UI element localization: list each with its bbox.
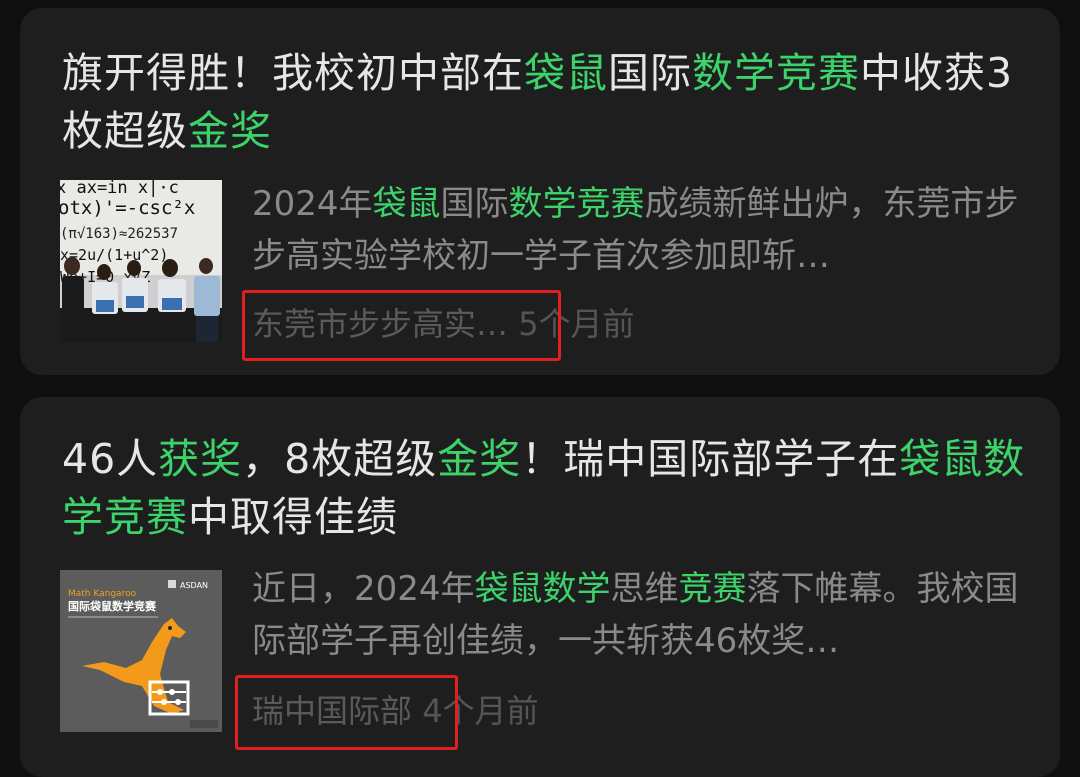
highlighted-keyword: 金奖 xyxy=(437,435,522,483)
text-segment: 国际 xyxy=(608,49,692,97)
highlighted-keyword: 数学竞赛 xyxy=(508,184,645,224)
article-title[interactable]: 46人获奖，8枚超级金奖！瑞中国际部学子在袋鼠数学竞赛中取得佳绩 xyxy=(62,430,1032,546)
text-segment: 中取得佳绩 xyxy=(188,493,398,541)
highlighted-keyword: 袋鼠数学 xyxy=(474,569,611,609)
svg-text:otx)'=-csc²x: otx)'=-csc²x xyxy=(60,197,195,219)
svg-text:x ax=in x|·c: x ax=in x|·c xyxy=(60,180,179,198)
text-segment: 旗开得胜！我校初中部在 xyxy=(62,49,524,97)
text-segment: ，8枚超级 xyxy=(242,435,438,483)
text-segment: 国际 xyxy=(440,184,509,224)
article-thumbnail[interactable]: Math Kangaroo 国际袋鼠数学竞赛 ASDAN xyxy=(60,570,222,732)
article-card[interactable]: 旗开得胜！我校初中部在袋鼠国际数学竞赛中收获3枚超级金奖 x ax=in x|·… xyxy=(20,8,1060,375)
text-segment: 46人 xyxy=(62,435,159,483)
highlighted-keyword: 袋鼠 xyxy=(524,49,608,97)
article-title[interactable]: 旗开得胜！我校初中部在袋鼠国际数学竞赛中收获3枚超级金奖 xyxy=(62,44,1032,160)
svg-text:ASDAN: ASDAN xyxy=(180,581,208,590)
highlighted-keyword: 获奖 xyxy=(158,435,243,483)
highlighted-keyword: 数学竞赛 xyxy=(692,49,860,97)
highlighted-keyword: 袋鼠 xyxy=(372,184,441,224)
highlight-annotation-box xyxy=(235,675,458,750)
text-segment: 2024年 xyxy=(252,184,373,224)
article-snippet: 近日，2024年袋鼠数学思维竞赛落下帷幕。我校国际部学子再创佳绩，一共斩获46枚… xyxy=(252,563,1042,667)
article-card[interactable]: 46人获奖，8枚超级金奖！瑞中国际部学子在袋鼠数学竞赛中取得佳绩 Math Ka… xyxy=(20,397,1060,777)
math-kangaroo-poster-image: Math Kangaroo 国际袋鼠数学竞赛 ASDAN xyxy=(60,570,222,732)
text-segment: 近日，2024年 xyxy=(252,569,475,609)
text-segment: ！瑞中国际部学子在 xyxy=(521,435,900,483)
students-photo-image: x ax=in x|·c otx)'=-csc²x (π√163)≈262537… xyxy=(60,180,222,342)
article-snippet: 2024年袋鼠国际数学竞赛成绩新鲜出炉，东莞市步步高实验学校初一学子首次参加即斩… xyxy=(252,178,1042,282)
svg-text:Math Kangaroo: Math Kangaroo xyxy=(68,589,137,599)
text-segment: 思维 xyxy=(610,569,679,609)
highlight-annotation-box xyxy=(242,290,561,361)
svg-text:国际袋鼠数学竞赛: 国际袋鼠数学竞赛 xyxy=(68,599,157,613)
svg-text:(π√163)≈262537: (π√163)≈262537 xyxy=(60,226,178,242)
article-thumbnail[interactable]: x ax=in x|·c otx)'=-csc²x (π√163)≈262537… xyxy=(60,180,222,342)
highlighted-keyword: 竞赛 xyxy=(678,569,747,609)
highlighted-keyword: 金奖 xyxy=(188,107,272,155)
